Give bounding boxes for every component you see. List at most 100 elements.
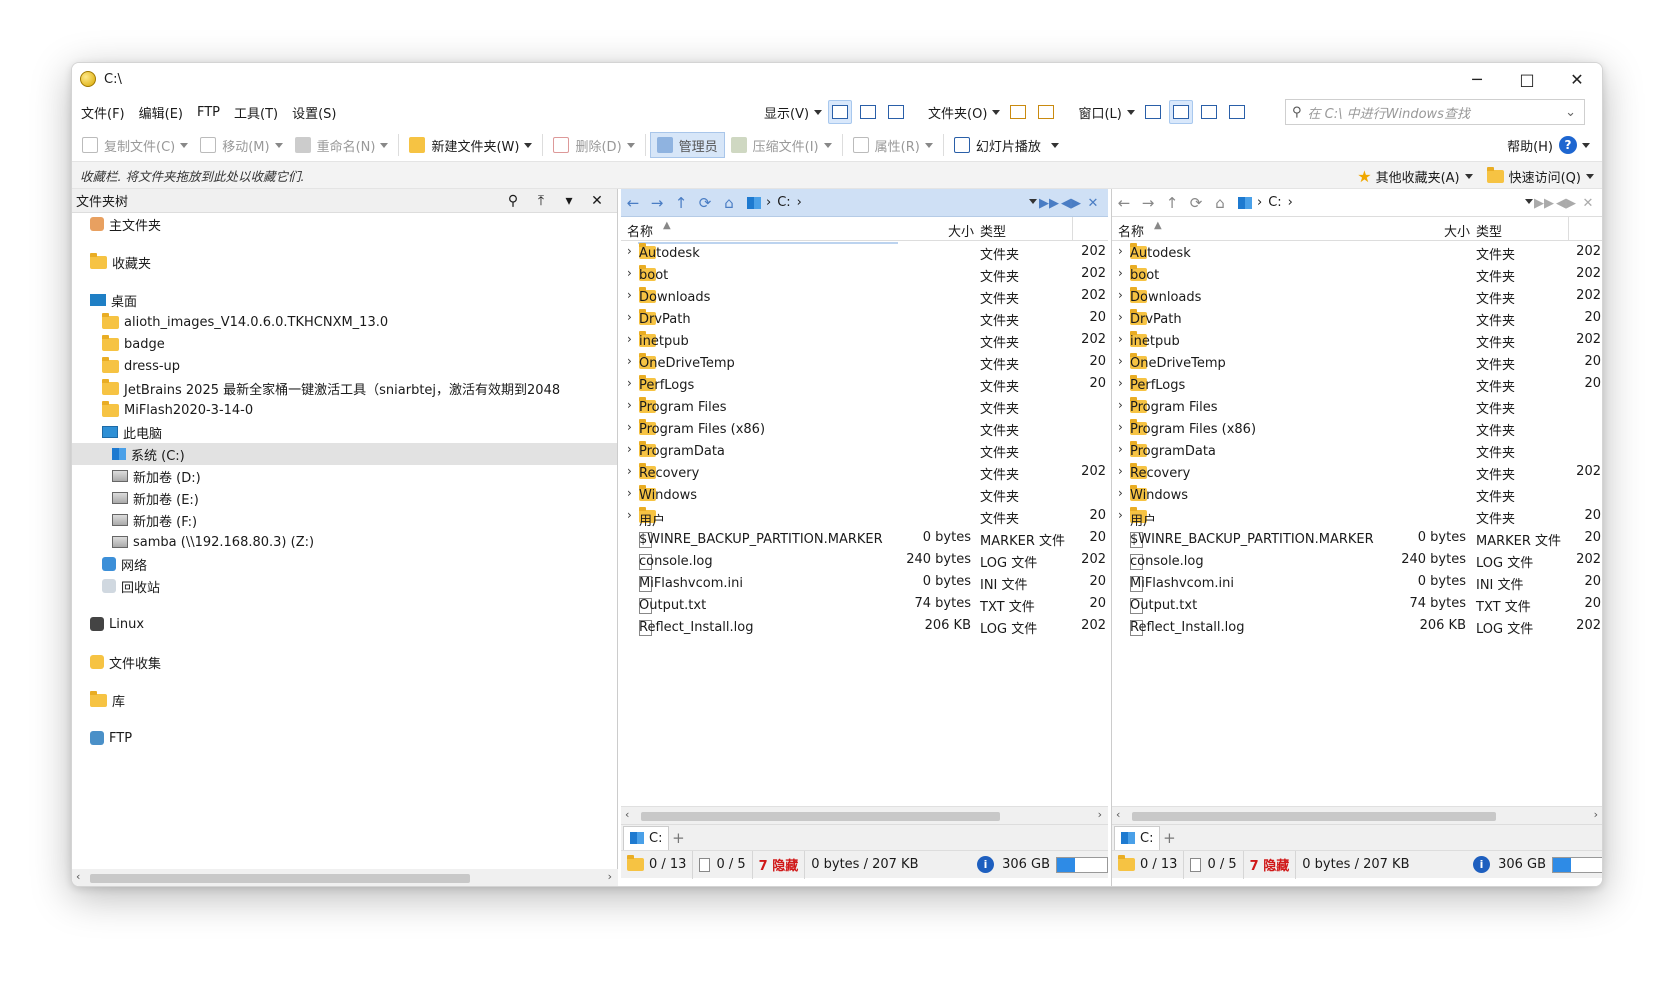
back-icon[interactable]: ← [1112,194,1136,212]
file-row[interactable]: › boot 文件夹 202 [621,263,1108,285]
chevron-right-icon[interactable]: › [627,244,632,258]
file-row[interactable]: › ProgramData 文件夹 [621,439,1108,461]
file-row[interactable]: › Downloads 文件夹 202 [621,285,1108,307]
file-row[interactable]: Output.txt 74 bytes TXT 文件 20 [1112,593,1602,615]
new-tab-button[interactable]: + [669,829,687,847]
compress-button[interactable]: 压缩文件(I) [725,132,838,158]
chevron-right-icon[interactable]: › [1118,508,1123,522]
new-tab-button[interactable]: + [1160,829,1178,847]
new-folder-button[interactable]: 新建文件夹(W) [403,132,538,158]
copy-button[interactable]: 复制文件(C) [76,132,194,158]
folder-menu-button[interactable]: 文件夹(O) [924,103,1004,122]
tree-item[interactable]: 库 [90,689,125,711]
tree-item[interactable]: 主文件夹 [90,213,161,235]
menu-edit[interactable]: 编辑(E) [132,103,190,122]
delete-button[interactable]: 删除(D) [547,132,640,158]
chevron-right-icon[interactable]: › [1118,376,1123,390]
tree-item[interactable]: JetBrains 2025 最新全家桶一键激活工具（sniarbtej，激活有… [102,377,560,399]
tree-item[interactable]: FTP [90,727,132,749]
chevron-right-icon[interactable]: › [1118,420,1123,434]
forward-icon[interactable]: → [645,194,669,212]
tree-item[interactable]: dress-up [102,355,180,377]
file-row[interactable]: › Program Files (x86) 文件夹 [1112,417,1602,439]
large-icons-view-icon[interactable] [1006,100,1030,124]
tree-item[interactable]: Linux [90,613,144,635]
chevron-right-icon[interactable]: › [627,310,632,324]
file-row[interactable]: › PerfLogs 文件夹 20 [1112,373,1602,395]
tree-item[interactable]: badge [102,333,165,355]
menu-settings[interactable]: 设置(S) [285,103,343,122]
close-icon[interactable]: ✕ [583,193,611,209]
tree-item[interactable]: 网络 [102,553,147,575]
window-menu-button[interactable]: 窗口(L) [1074,103,1138,122]
chevron-right-icon[interactable]: › [627,376,632,390]
file-row[interactable]: console.log 240 bytes LOG 文件 202 [621,549,1108,571]
list-view-icon[interactable] [856,100,880,124]
other-favorites-button[interactable]: ★ 其他收藏夹(A) [1357,167,1473,186]
preview-panel-icon[interactable] [1225,100,1249,124]
tiles-view-icon[interactable] [1034,100,1058,124]
chevron-down-icon[interactable]: ⌄ [1565,105,1576,120]
menu-ftp[interactable]: FTP [190,105,227,120]
tree-panel-icon[interactable] [1197,100,1221,124]
chevron-right-icon[interactable]: › [1118,244,1123,258]
tree-item[interactable]: 桌面 [90,289,137,311]
file-row[interactable]: › boot 文件夹 202 [1112,263,1602,285]
file-row[interactable]: $WINRE_BACKUP_PARTITION.MARKER 0 bytes MAR… [621,527,1108,549]
chevron-right-icon[interactable]: › [1118,354,1123,368]
display-menu-button[interactable]: 显示(V) [760,103,826,122]
file-row[interactable]: › Program Files (x86) 文件夹 [621,417,1108,439]
type-column-header[interactable]: 类型 [1476,221,1502,240]
tree-horizontal-scrollbar[interactable]: ‹ › [72,869,618,886]
file-row[interactable]: console.log 240 bytes LOG 文件 202 [1112,549,1602,571]
chevron-right-icon[interactable]: › [627,508,632,522]
maximize-button[interactable]: □ [1502,63,1552,95]
chevron-right-icon[interactable]: › [627,486,632,500]
chevron-right-icon[interactable]: › [627,266,632,280]
chevron-right-icon[interactable]: › [1118,310,1123,324]
file-row[interactable]: › inetpub 文件夹 202 [1112,329,1602,351]
tab-drive-c[interactable]: C: [623,825,670,850]
close-icon[interactable]: ✕ [1577,196,1599,211]
chevron-right-icon[interactable]: › [627,398,632,412]
chevron-right-icon[interactable]: › [1118,266,1123,280]
type-column-header[interactable]: 类型 [980,221,1006,240]
chevron-down-icon[interactable] [1525,199,1533,204]
file-row[interactable]: MiFlashvcom.ini 0 bytes INI 文件 20 [621,571,1108,593]
search-icon[interactable]: ⚲ [499,193,527,209]
file-row[interactable]: › Downloads 文件夹 202 [1112,285,1602,307]
rename-button[interactable]: 重命名(N) [289,132,395,158]
chevron-down-icon[interactable]: ▾ [555,193,583,209]
up-icon[interactable]: ↑ [1160,194,1184,212]
file-row[interactable]: Output.txt 74 bytes TXT 文件 20 [621,593,1108,615]
address-bar[interactable]: ← → ↑ ⟳ ⌂ › C: › ▶▶ ◀▶ ✕ [621,189,1108,217]
size-column-header[interactable]: 大小 [1444,221,1470,240]
size-column-header[interactable]: 大小 [948,221,974,240]
search-input[interactable]: ⚲ 在 C:\ 中进行Windows查找 ⌄ [1285,99,1585,125]
breadcrumb-drive[interactable]: C: [1268,195,1281,210]
single-pane-icon[interactable] [1141,100,1165,124]
move-button[interactable]: 移动(M) [194,132,288,158]
name-column-header[interactable]: 名称 [1118,221,1144,240]
refresh-icon[interactable]: ⟳ [693,194,717,212]
breadcrumb[interactable]: › C: › [747,195,802,210]
file-row[interactable]: › Windows 文件夹 [1112,483,1602,505]
file-row[interactable]: › Windows 文件夹 [621,483,1108,505]
file-row[interactable]: › OneDriveTemp 文件夹 20 [1112,351,1602,373]
tree-item[interactable]: 新加卷 (D:) [112,465,201,487]
file-row[interactable]: › Program Files 文件夹 [621,395,1108,417]
back-icon[interactable]: ← [621,194,645,212]
forward-icon[interactable]: → [1136,194,1160,212]
breadcrumb[interactable]: › C: › [1238,195,1293,210]
chevron-right-icon[interactable]: › [1118,442,1123,456]
file-row[interactable]: › Recovery 文件夹 202 [621,461,1108,483]
dual-pane-icon[interactable] [1168,100,1193,124]
file-row[interactable]: › DrvPath 文件夹 20 [1112,307,1602,329]
tree-item[interactable]: 此电脑 [102,421,162,443]
close-icon[interactable]: ✕ [1082,196,1104,211]
minimize-button[interactable]: ─ [1452,63,1502,95]
file-row[interactable]: Reflect_Install.log 206 KB LOG 文件 202 [1112,615,1602,637]
swap-panes-icon[interactable]: ◀▶ [1060,196,1082,211]
file-row[interactable]: › Recovery 文件夹 202 [1112,461,1602,483]
file-row[interactable]: › 用户 文件夹 20 [621,505,1108,529]
